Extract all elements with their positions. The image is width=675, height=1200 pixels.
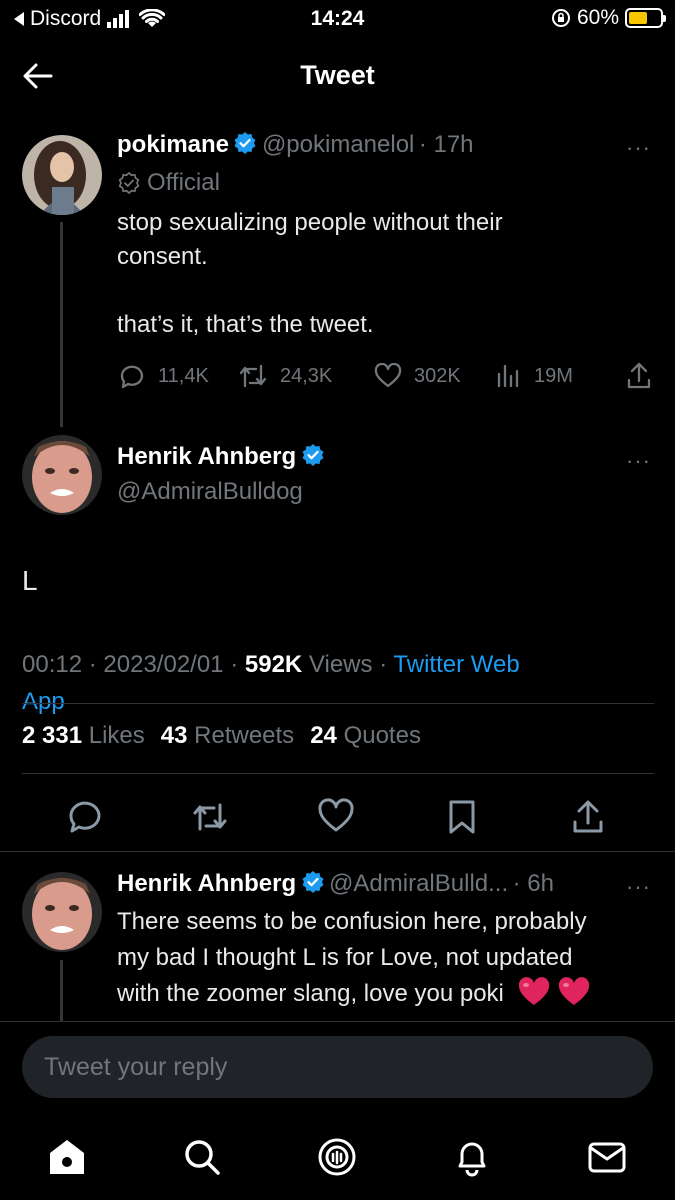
like-count: 302K [414,364,461,387]
author-handle[interactable]: @AdmiralBulldog [117,478,303,506]
heart-icon[interactable] [317,798,355,836]
thread-line [60,960,63,1022]
author-name[interactable]: Henrik Ahnberg [117,443,296,470]
official-text: Official [147,169,220,196]
avatar-henrik [22,872,102,952]
status-bar: Discord 14:24 60% [0,0,675,40]
verified-badge-icon [234,132,256,154]
tweet-meta: 00:12 · 2023/02/01 · 592K Views · Twitte… [22,651,520,715]
header: Tweet [0,40,675,112]
views-icon [497,364,519,388]
reply-icon [120,365,144,389]
status-right: 60% [551,6,666,30]
tweet-line: consent. [117,243,208,270]
divider [22,703,654,704]
search-icon[interactable] [181,1136,223,1178]
share-icon[interactable] [569,798,607,836]
more-options-icon[interactable]: ··· [626,874,651,900]
retweets-count: 43 [160,722,188,749]
bookmark-icon[interactable] [443,798,481,836]
source-link-cont[interactable]: App [22,688,65,715]
like-action[interactable]: 302K [374,363,494,389]
views-count: 19M [534,364,573,387]
tweet-date: 2023/02/01 [103,651,224,678]
retweet-action[interactable]: 24,3K [238,362,374,390]
author-handle[interactable]: @AdmiralBulld... [329,870,508,897]
divider [0,851,675,852]
reply-input[interactable] [22,1036,653,1098]
heart-icon [374,363,402,388]
page-title: Tweet [300,60,375,90]
spaces-icon[interactable] [316,1136,358,1178]
official-badge-icon [118,171,140,195]
tweet-line: stop sexualizing people without their [117,209,503,236]
tweet-time: 00:12 [22,651,83,678]
tab-bar [0,1120,675,1200]
likes-label: Likes [88,722,145,749]
likes-stat[interactable]: 2 331 Likes [22,722,145,750]
tweet-body: stop sexualizing people without their co… [117,206,637,342]
thread-line [60,222,63,427]
tweet-time: · 17h [418,131,474,158]
main-actions [0,790,675,844]
avatar[interactable] [22,435,102,515]
tweet-time: · 6h [512,870,554,897]
tweet-stats: 2 331 Likes 43 Retweets 24 Quotes [22,722,421,750]
main-tweet-name-row: Henrik Ahnberg [117,443,325,471]
parent-actions: 11,4K 24,3K 302K 19M [118,361,658,391]
more-options-icon[interactable]: ··· [626,448,651,474]
views-count: 592K [244,651,303,678]
official-label: Official [117,169,220,197]
retweets-stat[interactable]: 43 Retweets [161,722,294,750]
divider [22,773,654,774]
retweet-count: 24,3K [280,364,333,387]
reply-action[interactable]: 11,4K [118,362,238,390]
parent-tweet-header: pokimane @pokimanelol · 17h [117,131,474,159]
source-link[interactable]: Twitter Web [393,651,519,678]
avatar-henrik [22,435,102,515]
quotes-label: Quotes [343,722,421,749]
reply-body: There seems to be confusion here, probab… [117,904,657,1012]
avatar[interactable] [22,872,102,952]
tweet-line-last: with the zoomer slang, love you poki [117,976,657,1012]
red-heart-icon [559,977,590,1005]
avatar-pokimane [22,135,102,215]
reply-tweet-header: Henrik Ahnberg @AdmiralBulld... · 6h [117,870,554,898]
tweet-line: with the zoomer slang, love you poki [117,980,504,1007]
battery-percent: 60% [576,6,619,29]
avatar[interactable] [22,135,102,215]
quotes-stat[interactable]: 24 Quotes [310,722,421,750]
reply-count: 11,4K [158,364,209,387]
divider [0,1021,675,1022]
verified-badge-icon [302,444,324,466]
reply-bar [22,1036,653,1098]
share-icon[interactable] [624,361,654,391]
tweet-line: my bad I thought L is for Love, not upda… [117,944,573,971]
author-name[interactable]: Henrik Ahnberg [117,870,296,897]
verified-badge-icon [302,871,324,893]
tweet-line: There seems to be confusion here, probab… [117,908,587,935]
tweet-line: that’s it, that’s the tweet. [117,311,374,338]
retweet-icon [239,364,267,388]
red-heart-icon [518,977,549,1005]
views-action[interactable]: 19M [494,362,622,390]
battery-icon [625,8,666,28]
reply-icon[interactable] [66,798,104,836]
quotes-count: 24 [310,722,337,749]
messages-icon[interactable] [586,1136,628,1178]
home-icon[interactable] [46,1136,88,1178]
author-name[interactable]: pokimane [117,131,229,158]
views-label: Views [308,651,373,678]
retweets-label: Retweets [194,722,295,749]
likes-count: 2 331 [22,722,83,749]
more-options-icon[interactable]: ··· [626,135,651,161]
author-handle[interactable]: @pokimanelol [262,131,414,158]
notifications-icon[interactable] [451,1136,493,1178]
main-tweet-text: L [22,565,38,596]
orientation-lock-icon [551,9,570,27]
retweet-icon[interactable] [191,798,229,836]
